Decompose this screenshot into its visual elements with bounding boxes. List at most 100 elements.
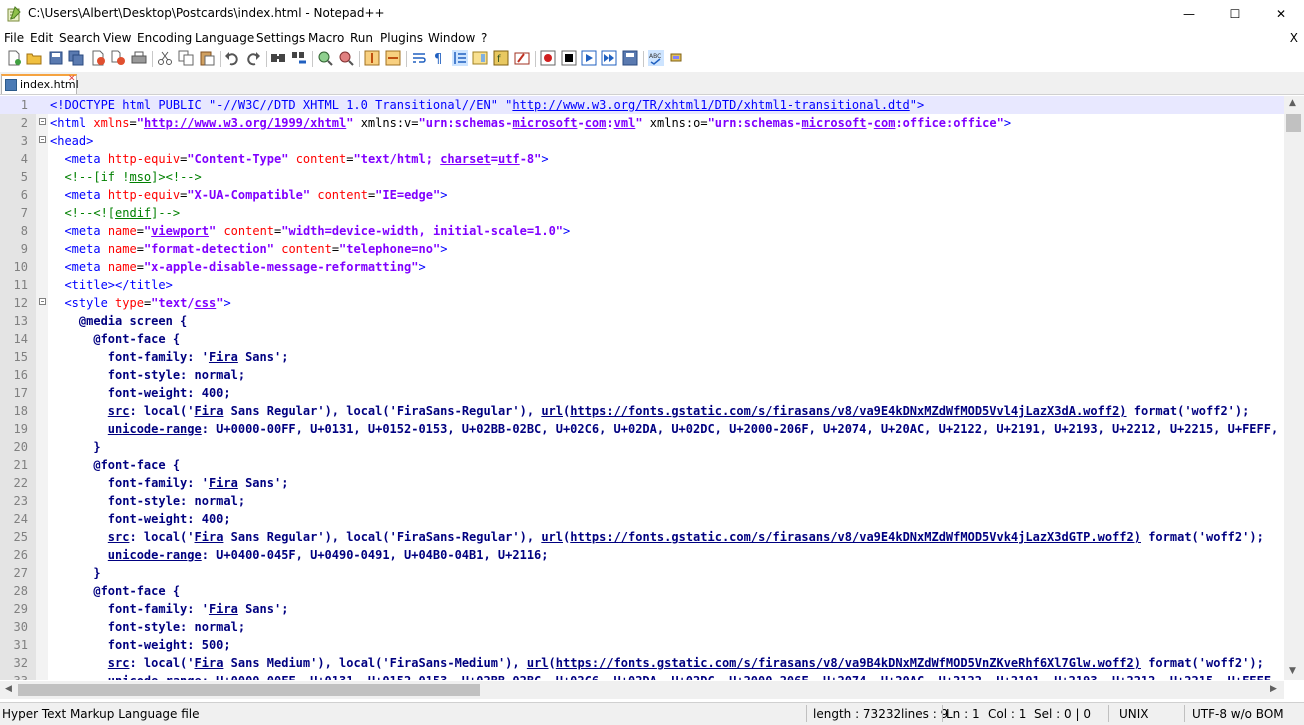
menu-search[interactable]: Search <box>59 31 100 45</box>
close-document-button[interactable]: X <box>1290 31 1298 45</box>
find-icon[interactable] <box>270 50 286 66</box>
code-line[interactable]: 12 <style type="text/css"> <box>0 294 1284 312</box>
code-line[interactable]: 19 unicode-range: U+0000-00FF, U+0131, U… <box>0 420 1284 438</box>
menu-file[interactable]: File <box>4 31 24 45</box>
code-line[interactable]: 27 } <box>0 564 1284 582</box>
code-line[interactable]: 9 <meta name="format-detection" content=… <box>0 240 1284 258</box>
code-line[interactable]: 25 src: local('Fira Sans Regular'), loca… <box>0 528 1284 546</box>
save-icon[interactable] <box>48 50 64 66</box>
status-sel[interactable]: Sel : 0 | 0 <box>1034 707 1091 721</box>
code-line[interactable]: 8 <meta name="viewport" content="width=d… <box>0 222 1284 240</box>
record-macro-icon[interactable] <box>540 50 556 66</box>
redo-icon[interactable] <box>245 50 261 66</box>
stop-record-icon[interactable] <box>561 50 577 66</box>
menu-window[interactable]: Window <box>428 31 475 45</box>
code-line[interactable]: 14 @font-face { <box>0 330 1284 348</box>
code-line[interactable]: 21 @font-face { <box>0 456 1284 474</box>
horizontal-scrollbar[interactable]: ◀ ▶ <box>0 681 1284 699</box>
replace-icon[interactable] <box>291 50 307 66</box>
close-window-button[interactable]: ✕ <box>1258 0 1304 28</box>
menu-plugins[interactable]: Plugins <box>380 31 423 45</box>
code-line[interactable]: 17 font-weight: 400; <box>0 384 1284 402</box>
menu-macro[interactable]: Macro <box>308 31 344 45</box>
code-line[interactable]: 11 <title></title> <box>0 276 1284 294</box>
code-editor[interactable]: 1 <!DOCTYPE html PUBLIC "-//W3C//DTD XHTM… <box>0 96 1284 680</box>
fold-toggle-icon[interactable] <box>39 136 46 143</box>
copy-icon[interactable] <box>178 50 194 66</box>
play-macro-icon[interactable] <box>581 50 597 66</box>
vertical-scrollbar[interactable]: ▲ ▼ <box>1284 96 1304 680</box>
menu-run[interactable]: Run <box>350 31 373 45</box>
code-line[interactable]: 1 <!DOCTYPE html PUBLIC "-//W3C//DTD XHTM… <box>0 96 1284 114</box>
save-all-icon[interactable] <box>68 50 84 66</box>
spell-check-icon[interactable]: ABC <box>648 50 664 66</box>
zoom-in-icon[interactable] <box>317 50 333 66</box>
code-line[interactable]: 32 src: local('Fira Sans Medium'), local… <box>0 654 1284 672</box>
indent-guide-icon[interactable] <box>452 50 468 66</box>
code-line[interactable]: 26 unicode-range: U+0400-045F, U+0490-04… <box>0 546 1284 564</box>
code-line[interactable]: 20 } <box>0 438 1284 456</box>
code-line[interactable]: 15 font-family: 'Fira Sans'; <box>0 348 1284 366</box>
open-file-icon[interactable] <box>26 50 42 66</box>
scroll-right-icon[interactable]: ▶ <box>1270 684 1277 694</box>
code-line[interactable]: 31 font-weight: 500; <box>0 636 1284 654</box>
menu-edit[interactable]: Edit <box>30 31 53 45</box>
menu-help[interactable]: ? <box>481 31 487 45</box>
show-all-chars-icon[interactable]: ¶ <box>431 50 447 66</box>
code-line[interactable]: 30 font-style: normal; <box>0 618 1284 636</box>
tab-index-html[interactable]: index.html ✕ <box>1 74 79 94</box>
sync-vertical-icon[interactable] <box>364 50 380 66</box>
menu-language[interactable]: Language <box>195 31 254 45</box>
code-token: Sans'; <box>237 350 289 364</box>
menu-settings[interactable]: Settings <box>256 31 305 45</box>
tab-close-icon[interactable]: ✕ <box>68 74 76 84</box>
code-line[interactable]: 4 <meta http-equiv = "Content-Type" conten… <box>0 150 1284 168</box>
code-line[interactable]: 22 font-family: 'Fira Sans'; <box>0 474 1284 492</box>
code-line[interactable]: 16 font-style: normal; <box>0 366 1284 384</box>
status-encoding[interactable]: UTF-8 w/o BOM <box>1192 707 1284 721</box>
minimize-button[interactable]: — <box>1166 0 1212 28</box>
code-line[interactable]: 13 @media screen { <box>0 312 1284 330</box>
doc-map-icon[interactable] <box>472 50 488 66</box>
maximize-button[interactable]: ☐ <box>1212 0 1258 28</box>
plugin-icon[interactable] <box>668 50 684 66</box>
code-line[interactable]: 29 font-family: 'Fira Sans'; <box>0 600 1284 618</box>
status-col[interactable]: Col : 1 <box>988 707 1026 721</box>
code-line[interactable]: 6 <meta http-equiv="X-UA-Compatible" con… <box>0 186 1284 204</box>
code-line[interactable]: 7 <!--<![endif]--> <box>0 204 1284 222</box>
vertical-scroll-thumb[interactable] <box>1286 114 1301 132</box>
new-file-icon[interactable] <box>6 50 22 66</box>
code-line[interactable]: 28 @font-face { <box>0 582 1284 600</box>
paste-icon[interactable] <box>199 50 215 66</box>
run-macro-multiple-icon[interactable] <box>601 50 617 66</box>
fold-toggle-icon[interactable] <box>39 298 46 305</box>
close-icon[interactable] <box>90 50 106 66</box>
close-all-icon[interactable] <box>110 50 126 66</box>
horizontal-scroll-thumb[interactable] <box>18 684 480 696</box>
scroll-left-icon[interactable]: ◀ <box>5 684 12 694</box>
sync-horizontal-icon[interactable] <box>385 50 401 66</box>
save-macro-icon[interactable] <box>622 50 638 66</box>
print-icon[interactable] <box>131 50 147 66</box>
code-line[interactable]: 3 <head> <box>0 132 1284 150</box>
code-line[interactable]: 33 unicode-range: U+0000-00FF, U+0131, U… <box>0 672 1284 680</box>
menu-view[interactable]: View <box>103 31 131 45</box>
zoom-out-icon[interactable] <box>338 50 354 66</box>
status-eol[interactable]: UNIX <box>1119 707 1149 721</box>
scroll-up-icon[interactable]: ▲ <box>1289 98 1296 108</box>
folder-workspace-icon[interactable] <box>514 50 530 66</box>
undo-icon[interactable] <box>224 50 240 66</box>
scroll-down-icon[interactable]: ▼ <box>1289 666 1296 676</box>
code-line[interactable]: 23 font-style: normal; <box>0 492 1284 510</box>
status-ln[interactable]: Ln : 1 <box>946 707 980 721</box>
menu-encoding[interactable]: Encoding <box>137 31 192 45</box>
code-line[interactable]: 18 src: local('Fira Sans Regular'), loca… <box>0 402 1284 420</box>
code-line[interactable]: 5 <!--[if !mso]><!--> <box>0 168 1284 186</box>
code-line[interactable]: 24 font-weight: 400; <box>0 510 1284 528</box>
cut-icon[interactable] <box>157 50 173 66</box>
word-wrap-icon[interactable] <box>411 50 427 66</box>
function-list-icon[interactable]: f <box>493 50 509 66</box>
code-line[interactable]: 10 <meta name="x-apple-disable-message-r… <box>0 258 1284 276</box>
fold-toggle-icon[interactable] <box>39 118 46 125</box>
code-line[interactable]: 2 <html xmlns="http://www.w3.org/1999/xht… <box>0 114 1284 132</box>
